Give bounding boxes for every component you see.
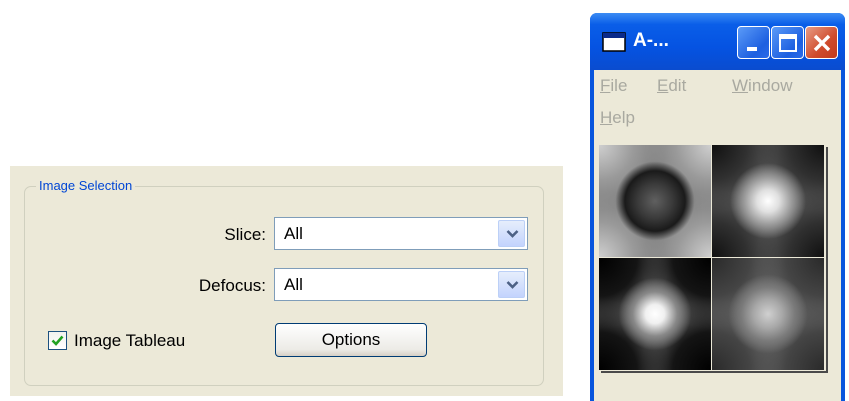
defocus-dropdown-button[interactable]: [498, 271, 525, 298]
image-tile: [712, 145, 824, 257]
window-client-area: File Edit Window Help: [594, 70, 841, 401]
defocus-label: Defocus:: [198, 276, 266, 295]
app-window: A-... File Edit Window Help: [590, 13, 845, 401]
image-tile: [599, 258, 711, 370]
minimize-button[interactable]: [737, 26, 770, 59]
checkbox-box[interactable]: [48, 331, 67, 350]
menu-help[interactable]: Help: [600, 108, 635, 128]
image-tableau-label: Image Tableau: [74, 331, 186, 350]
options-button[interactable]: Options: [275, 323, 427, 357]
defocus-select-value: All: [284, 275, 303, 294]
menu-edit[interactable]: Edit: [657, 76, 686, 96]
maximize-icon: [779, 34, 797, 52]
slice-dropdown-button[interactable]: [498, 220, 525, 247]
menu-window[interactable]: Window: [732, 76, 792, 96]
slice-label: Slice:: [224, 225, 266, 244]
slice-select-value: All: [284, 224, 303, 243]
window-app-icon: [602, 32, 626, 52]
slice-select[interactable]: All: [274, 217, 528, 250]
checkmark-icon: [51, 335, 64, 346]
image-selection-title: Image Selection: [36, 178, 136, 194]
minimize-icon: [747, 47, 757, 51]
image-tableau-display: [599, 145, 826, 371]
close-icon: [813, 34, 831, 52]
dropdown-arrow-icon: [506, 281, 519, 289]
close-button[interactable]: [805, 26, 838, 59]
window-title: A-...: [633, 30, 669, 51]
maximize-button[interactable]: [771, 26, 804, 59]
menu-file[interactable]: File: [600, 76, 627, 96]
dropdown-arrow-icon: [506, 230, 519, 238]
defocus-select[interactable]: All: [274, 268, 528, 301]
title-bar[interactable]: A-...: [590, 13, 845, 70]
image-tile: [599, 145, 711, 257]
menu-bar: File Edit Window Help: [594, 70, 841, 140]
image-tile: [712, 258, 824, 370]
